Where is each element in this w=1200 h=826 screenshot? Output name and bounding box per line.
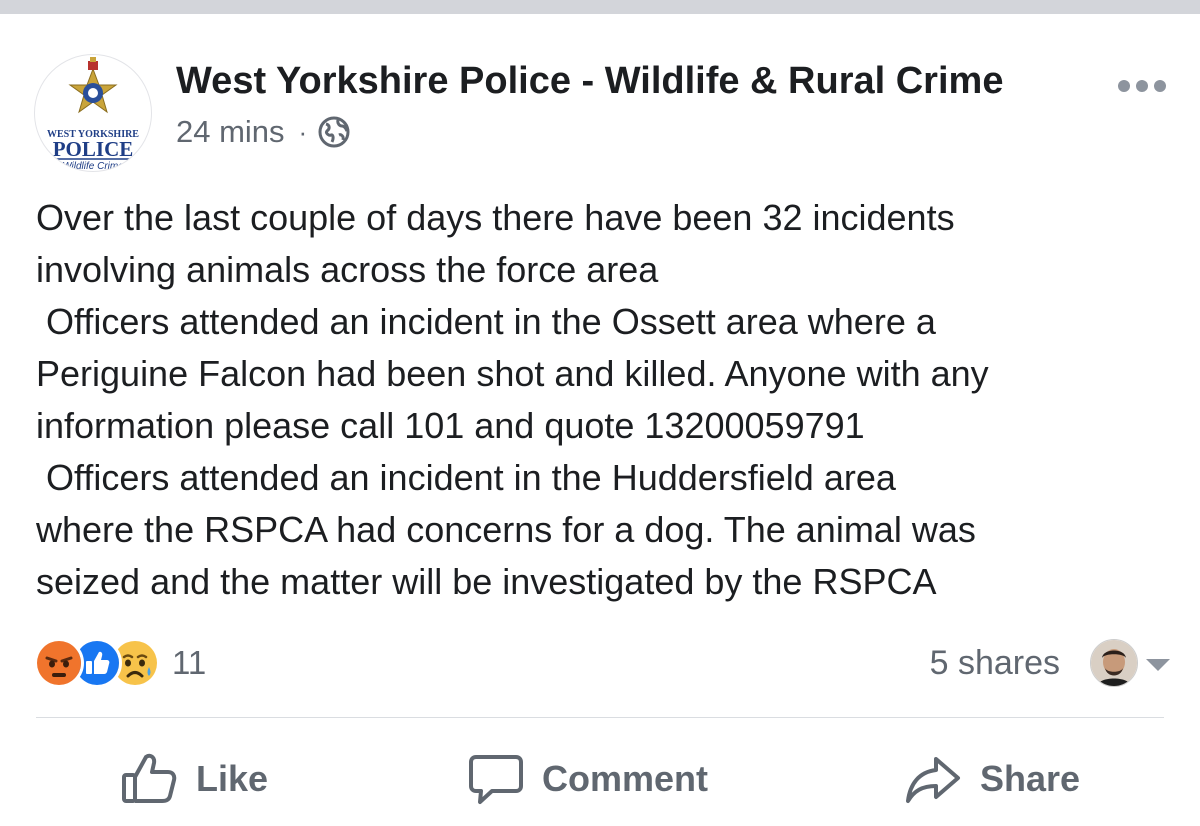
thumbs-up-icon xyxy=(122,753,177,803)
viewer-avatar[interactable] xyxy=(1090,639,1138,687)
globe-icon xyxy=(318,116,350,148)
post-line: Officers attended an incident in the Oss… xyxy=(36,301,936,342)
post-meta: 24 mins · xyxy=(176,114,351,150)
like-button[interactable]: Like xyxy=(120,744,268,814)
more-dot-icon xyxy=(1154,80,1166,92)
more-options-button[interactable] xyxy=(1118,80,1166,92)
feed-post: WEST YORKSHIRE POLICE Wildlife Crime Wes… xyxy=(0,14,1200,826)
post-line: Officers attended an incident in the Hud… xyxy=(36,457,896,498)
post-line: where the RSPCA had concerns for a dog. … xyxy=(36,509,976,550)
comment-label: Comment xyxy=(542,758,709,799)
reaction-count: 11 xyxy=(172,644,207,681)
status-bar-strip xyxy=(0,0,1200,14)
post-actions: Like Comment Share xyxy=(0,744,1200,814)
police-badge-icon: WEST YORKSHIRE POLICE Wildlife Crime xyxy=(47,57,139,171)
avatar-line-2: POLICE xyxy=(53,137,134,161)
divider xyxy=(36,717,1164,718)
comment-icon xyxy=(469,755,523,804)
avatar-line-3: Wildlife Crime xyxy=(62,161,124,171)
post-line: Periguine Falcon had been shot and kille… xyxy=(36,353,989,394)
chevron-down-icon[interactable] xyxy=(1146,659,1170,671)
angry-icon xyxy=(34,638,84,688)
meta-separator: · xyxy=(298,116,308,147)
more-dot-icon xyxy=(1118,80,1130,92)
reactions-summary[interactable]: 11 xyxy=(34,638,207,688)
comment-button[interactable]: Comment xyxy=(468,744,708,814)
page-avatar[interactable]: WEST YORKSHIRE POLICE Wildlife Crime xyxy=(34,54,152,172)
shares-count[interactable]: 5 shares xyxy=(930,644,1060,683)
page-name-link[interactable]: West Yorkshire Police - Wildlife & Rural… xyxy=(176,60,1003,103)
share-button[interactable]: Share xyxy=(904,744,1080,814)
post-line: involving animals across the force area xyxy=(36,249,659,290)
share-arrow-icon xyxy=(906,757,960,803)
more-dot-icon xyxy=(1136,80,1148,92)
like-label: Like xyxy=(196,758,269,799)
post-line: seized and the matter will be investigat… xyxy=(36,561,937,602)
shares-summary[interactable]: 5 shares xyxy=(930,639,1170,687)
post-line: information please call 101 and quote 13… xyxy=(36,405,865,446)
post-timestamp[interactable]: 24 mins xyxy=(176,114,285,150)
post-message: Over the last couple of days there have … xyxy=(36,192,1166,608)
share-label: Share xyxy=(980,758,1081,799)
post-line: Over the last couple of days there have … xyxy=(36,197,955,238)
